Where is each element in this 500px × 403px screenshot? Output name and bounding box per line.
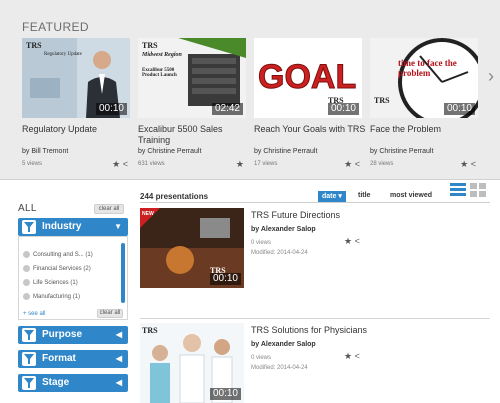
see-all-link[interactable]: + see all [23,311,46,317]
industry-option[interactable]: Life Sciences (1) [23,279,78,286]
divider [140,202,490,203]
share-icon[interactable]: < [355,159,360,169]
filter-icon [22,328,36,342]
results-count: 244 presentations [140,192,209,201]
featured-views: 17 views [254,161,278,167]
facet-label: Stage [42,377,70,388]
all-label: ALL [18,203,37,214]
featured-views: 631 views [138,161,165,167]
facet-purpose[interactable]: Purpose ◀ [18,326,128,344]
featured-actions: ★ < [344,159,360,170]
clear-industry-button[interactable]: clear all [97,309,123,318]
share-icon[interactable]: < [123,159,128,169]
star-icon[interactable]: ★ [344,236,352,246]
result-views: 0 views [251,355,272,361]
featured-actions: ★ < [460,159,476,170]
featured-actions: ★ [236,159,244,170]
result-item: NEW TRS 00:10 TRS Future Directions by A… [140,208,490,292]
duration-badge: 00:10 [209,273,241,285]
grid-view-icon[interactable] [470,183,486,197]
duration-badge: 00:10 [209,388,241,400]
facet-label: Industry [42,221,82,232]
result-views: 0 views [251,240,272,246]
result-title[interactable]: TRS Future Directions [251,210,340,220]
industry-options: Consulting and S... (1) Financial Servic… [18,236,128,320]
featured-meta-1: by Bill Tremont 5 views ★ < [22,0,130,180]
star-icon[interactable]: ★ [112,159,120,169]
chevron-down-icon: ▼ [114,222,122,231]
featured-meta-4: by Christine Perrault 28 views ★ < [370,0,478,180]
result-thumbnail[interactable]: NEW TRS 00:10 [140,208,244,288]
chevron-left-icon: ◀ [115,378,122,387]
star-icon[interactable]: ★ [344,159,352,169]
industry-option[interactable]: Manufacturing (1) [23,293,80,300]
chevron-left-icon: ◀ [115,354,122,363]
facet-label: Format [42,353,76,364]
facet-stage[interactable]: Stage ◀ [18,374,128,392]
result-title[interactable]: TRS Solutions for Physicians [251,325,367,335]
divider [140,318,490,319]
facet-label: Purpose [42,329,83,340]
sort-by-title[interactable]: title [358,192,370,199]
featured-views: 5 views [22,161,43,167]
result-actions: ★ < [344,351,360,362]
radio-icon [23,251,30,258]
clear-all-button[interactable]: clear all [94,204,124,214]
share-icon[interactable]: < [471,159,476,169]
new-badge: NEW [142,211,154,217]
share-icon[interactable]: < [355,236,360,246]
list-view-icon[interactable] [450,183,466,197]
filter-icon [22,352,36,366]
share-icon[interactable]: < [355,351,360,361]
featured-meta-2: by Christine Perrault 631 views ★ [138,0,246,180]
radio-icon [23,293,30,300]
featured-actions: ★ < [112,159,128,170]
result-author[interactable]: by Alexander Salop [251,226,316,233]
facet-format[interactable]: Format ◀ [18,350,128,368]
facet-industry[interactable]: Industry ▼ [18,218,128,236]
featured-author[interactable]: by Bill Tremont [22,148,68,155]
filter-icon [22,220,36,234]
result-item: TRS 00:10 TRS Solutions for Physicians b… [140,323,490,403]
result-actions: ★ < [344,236,360,247]
industry-option[interactable]: Financial Services (2) [23,265,91,272]
featured-meta-3: by Christine Perrault 17 views ★ < [254,0,362,180]
star-icon[interactable]: ★ [344,351,352,361]
trs-logo: TRS [142,326,158,335]
result-thumbnail[interactable]: TRS 00:10 [140,323,244,403]
radio-icon [23,279,30,286]
star-icon[interactable]: ★ [460,159,468,169]
sort-by-date[interactable]: date ▾ [318,191,346,202]
chevron-left-icon: ◀ [115,330,122,339]
result-modified: Modified: 2014-04-24 [251,250,308,256]
result-modified: Modified: 2014-04-24 [251,365,308,371]
filter-icon [22,376,36,390]
sort-by-most-viewed[interactable]: most viewed [390,192,432,199]
featured-author[interactable]: by Christine Perrault [254,148,317,155]
radio-icon [23,265,30,272]
scrollbar[interactable] [121,243,125,303]
carousel-next-icon[interactable]: › [488,66,494,87]
star-icon[interactable]: ★ [236,159,244,169]
industry-option[interactable]: Consulting and S... (1) [23,251,93,258]
featured-views: 28 views [370,161,394,167]
featured-author[interactable]: by Christine Perrault [370,148,433,155]
result-author[interactable]: by Alexander Salop [251,341,316,348]
featured-author[interactable]: by Christine Perrault [138,148,201,155]
